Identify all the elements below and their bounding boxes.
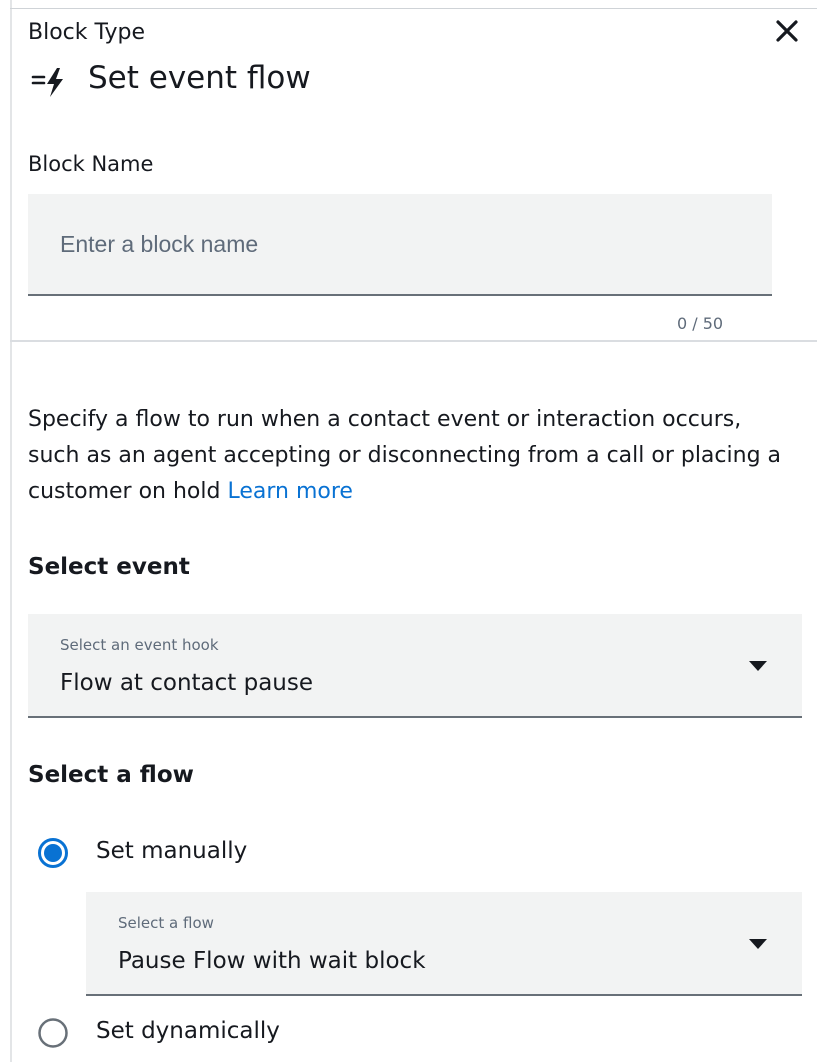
block-type-label: Block Type [28, 20, 146, 45]
panel-top-border [10, 8, 817, 9]
radio-set-manually[interactable] [37, 837, 69, 869]
close-icon[interactable] [770, 14, 804, 48]
select-event-heading: Select event [28, 554, 190, 580]
event-hook-select[interactable]: Select an event hook Flow at contact pau… [28, 614, 802, 718]
learn-more-link[interactable]: Learn more [227, 479, 352, 504]
block-name-label: Block Name [28, 152, 154, 176]
radio-set-dynamically[interactable] [37, 1017, 69, 1049]
caret-down-icon[interactable] [748, 938, 768, 950]
event-hook-value: Flow at contact pause [60, 670, 314, 696]
description-text: Specify a flow to run when a contact eve… [28, 407, 782, 504]
event-hook-caption: Select an event hook [60, 636, 219, 654]
block-name-input[interactable] [28, 194, 772, 296]
section-divider [10, 340, 817, 342]
description: Specify a flow to run when a contact eve… [28, 402, 788, 510]
flow-select-caption: Select a flow [118, 914, 214, 932]
flow-select-value: Pause Flow with wait block [118, 948, 426, 974]
character-count: 0 / 50 [677, 314, 724, 333]
event-flow-icon [30, 62, 70, 102]
set-manually-label[interactable]: Set manually [96, 838, 247, 864]
panel-left-border [10, 0, 12, 1062]
set-dynamically-label[interactable]: Set dynamically [96, 1018, 280, 1044]
page-title: Set event flow [88, 60, 311, 96]
caret-down-icon[interactable] [748, 660, 768, 672]
flow-select[interactable]: Select a flow Pause Flow with wait block [86, 892, 802, 996]
select-flow-heading: Select a flow [28, 762, 194, 788]
